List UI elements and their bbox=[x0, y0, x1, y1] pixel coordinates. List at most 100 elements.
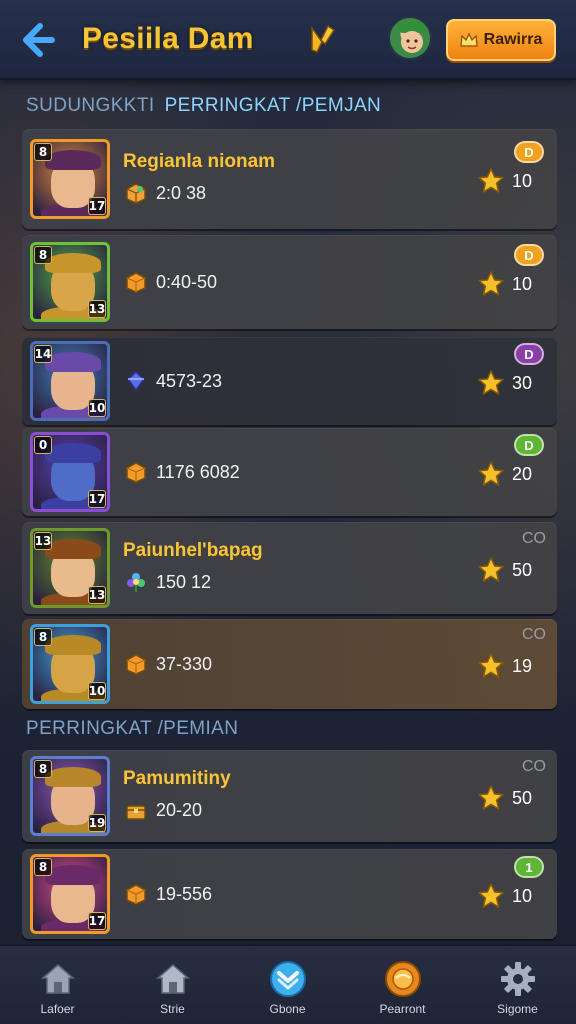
section-heading: SUDUNGKKTI PERRINGKAT /PEMJAN bbox=[26, 95, 381, 117]
gear-icon bbox=[501, 962, 535, 996]
status-badge-text: CO bbox=[522, 530, 546, 547]
resource-value: 1176 6082 bbox=[156, 462, 240, 482]
score-value: 10 bbox=[512, 274, 533, 294]
resource-value: 19-556 bbox=[156, 884, 213, 904]
crown-icon bbox=[459, 32, 478, 47]
section-heading-left: SUDUNGKKTI bbox=[26, 95, 155, 116]
section-heading-2: PERRINGKAT /PEMIAN bbox=[26, 718, 239, 739]
leaderboard-row[interactable]: 8 17 Regianla nionam 2:0 38 D 10 bbox=[22, 129, 557, 229]
nav-label: Gbone bbox=[269, 1002, 306, 1016]
top-bar: Pesiila Dam Rawirra bbox=[0, 0, 576, 80]
leaderboard-row[interactable]: 8 17 19-556 1 10 bbox=[22, 849, 557, 939]
nav-item-lafoer[interactable]: Lafoer bbox=[0, 946, 115, 1024]
star-icon bbox=[478, 653, 504, 678]
portrait-level-badge: 14 bbox=[34, 345, 52, 363]
nav-label: Sigome bbox=[497, 1002, 538, 1016]
portrait-level-badge: 0 bbox=[34, 436, 52, 454]
chest-icon bbox=[126, 805, 146, 820]
resource-value: 20-20 bbox=[156, 800, 203, 820]
portrait-tier-badge: 17 bbox=[88, 490, 106, 508]
nav-item-strie[interactable]: Strie bbox=[115, 946, 230, 1024]
status-badge-text: CO bbox=[522, 758, 546, 775]
star-icon bbox=[478, 271, 504, 296]
portrait-tier-badge: 19 bbox=[88, 814, 106, 832]
player-portrait: 14 10 bbox=[30, 341, 110, 421]
player-portrait: 8 19 bbox=[30, 756, 110, 836]
status-badge: D bbox=[514, 343, 544, 365]
player-portrait: 8 17 bbox=[30, 854, 110, 934]
score-value: 50 bbox=[512, 788, 533, 808]
nav-item-sigome[interactable]: Sigome bbox=[460, 946, 575, 1024]
score-value: 10 bbox=[512, 171, 533, 191]
score-value: 20 bbox=[512, 464, 533, 484]
status-badge-text: CO bbox=[522, 626, 546, 643]
resource-value: 37-330 bbox=[156, 654, 213, 674]
home-icon bbox=[40, 964, 76, 994]
orange-cube-icon bbox=[126, 884, 146, 905]
bottom-nav: Lafoer Strie Gbone Pearront Sigome bbox=[0, 944, 576, 1024]
score-value: 19 bbox=[512, 656, 533, 676]
star-icon bbox=[478, 883, 504, 908]
score-value: 50 bbox=[512, 560, 533, 580]
player-portrait: 8 13 bbox=[30, 242, 110, 322]
status-badge: D bbox=[514, 141, 544, 163]
trophy-icon bbox=[311, 24, 336, 53]
portrait-level-badge: 13 bbox=[34, 532, 52, 550]
leaderboard-row[interactable]: 8 10 37-330 CO 19 bbox=[22, 619, 557, 709]
portrait-level-badge: 8 bbox=[34, 760, 52, 778]
star-icon bbox=[478, 168, 504, 193]
portrait-level-badge: 8 bbox=[34, 628, 52, 646]
resource-value: 0:40-50 bbox=[156, 272, 218, 292]
player-portrait: 0 17 bbox=[30, 432, 110, 512]
portrait-tier-badge: 10 bbox=[88, 399, 106, 417]
blue-gem-icon bbox=[126, 371, 146, 392]
back-arrow-icon[interactable] bbox=[18, 20, 58, 60]
star-icon bbox=[478, 370, 504, 395]
orange-cube-icon bbox=[126, 272, 146, 293]
house-icon bbox=[155, 964, 191, 994]
nav-item-pearront[interactable]: Pearront bbox=[345, 946, 460, 1024]
status-badge: D bbox=[514, 434, 544, 456]
portrait-tier-badge: 13 bbox=[88, 300, 106, 318]
portrait-level-badge: 8 bbox=[34, 246, 52, 264]
portrait-tier-badge: 10 bbox=[88, 682, 106, 700]
resource-value: 2:0 38 bbox=[156, 183, 207, 203]
leaderboard-row[interactable]: 14 10 4573-23 D 30 bbox=[22, 337, 557, 425]
flower-gem-icon bbox=[127, 573, 145, 592]
leaderboard-row[interactable]: 8 13 0:40-50 D 10 bbox=[22, 235, 557, 329]
nav-label: Pearront bbox=[379, 1002, 426, 1016]
rank-button[interactable]: Rawirra bbox=[446, 19, 556, 61]
resource-value: 150 12 bbox=[156, 572, 212, 592]
nav-label: Lafoer bbox=[40, 1002, 75, 1016]
star-icon bbox=[478, 557, 504, 582]
leaderboard-row[interactable]: 0 17 1176 6082 D 20 bbox=[22, 428, 557, 516]
nav-item-gbone[interactable]: Gbone bbox=[230, 946, 345, 1024]
portrait-level-badge: 8 bbox=[34, 143, 52, 161]
nav-label: Strie bbox=[160, 1002, 185, 1016]
player-portrait: 8 10 bbox=[30, 624, 110, 704]
leaderboard-row[interactable]: 13 13 Paiunhel'bapag 150 12 CO 50 bbox=[22, 522, 557, 614]
avatar-face-icon bbox=[398, 22, 426, 53]
player-avatar[interactable] bbox=[388, 16, 432, 60]
chevron-badge-icon bbox=[270, 961, 306, 997]
page-title: Pesiila Dam bbox=[82, 22, 254, 55]
portrait-tier-badge: 17 bbox=[88, 912, 106, 930]
rank-button-label: Rawirra bbox=[483, 31, 543, 48]
player-portrait: 13 13 bbox=[30, 528, 110, 608]
orange-cube-icon bbox=[126, 654, 146, 675]
player-name: Pamumitiny bbox=[123, 768, 231, 789]
player-name: Paiunhel'bapag bbox=[123, 540, 263, 561]
gem-cube-icon bbox=[126, 183, 146, 204]
resource-value: 4573-23 bbox=[156, 371, 223, 391]
score-value: 10 bbox=[512, 886, 533, 906]
leaderboard-row[interactable]: 8 19 Pamumitiny 20-20 CO 50 bbox=[22, 750, 557, 842]
orange-medal-icon bbox=[385, 961, 421, 997]
status-badge: D bbox=[514, 244, 544, 266]
player-name: Regianla nionam bbox=[123, 151, 276, 172]
section-heading-right: PERRINGKAT /PEMJAN bbox=[164, 95, 382, 116]
player-portrait: 8 17 bbox=[30, 139, 110, 219]
score-value: 30 bbox=[512, 373, 533, 393]
portrait-level-badge: 8 bbox=[34, 858, 52, 876]
star-icon bbox=[478, 461, 504, 486]
star-icon bbox=[478, 785, 504, 810]
